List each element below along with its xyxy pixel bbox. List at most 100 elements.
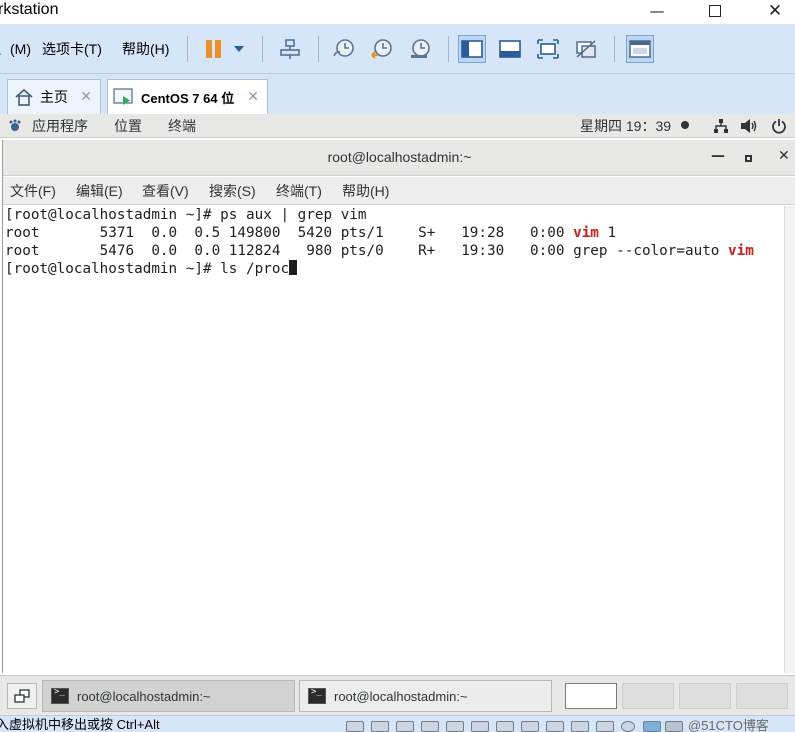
- watermark: @51CTO博客: [688, 718, 769, 732]
- display-device-icon[interactable]: [643, 721, 661, 732]
- terminal-line: root 5371 0.0 0.5 149800 5420 pts/1 S+ 1…: [5, 224, 616, 242]
- close-button[interactable]: ✕: [752, 0, 795, 22]
- network-icon[interactable]: [713, 118, 729, 134]
- pause-button[interactable]: [200, 35, 228, 63]
- usb-device-icon[interactable]: [546, 721, 564, 732]
- places-menu[interactable]: 位置: [114, 116, 142, 136]
- home-icon: [15, 88, 33, 106]
- maximize-button[interactable]: [692, 0, 738, 22]
- gnome-top-bar: 应用程序 位置 终端 星期四 19：39: [0, 114, 795, 138]
- usb-device-icon[interactable]: [521, 721, 539, 732]
- usb-device-icon[interactable]: [571, 721, 589, 732]
- terminal-line: root 5476 0.0 0.0 112824 980 pts/0 R+ 19…: [5, 242, 754, 260]
- taskbar-window-terminal-active[interactable]: root@localhostadmin:~: [42, 680, 295, 712]
- window-title: rkstation: [0, 1, 59, 18]
- show-desktop-button[interactable]: [7, 683, 37, 709]
- maximize-icon: [709, 5, 721, 17]
- close-icon: ✕: [767, 1, 783, 21]
- window-titlebar: rkstation — ✕: [0, 0, 795, 24]
- status-message: 入虚拟机中移出或按 Ctrl+Alt: [0, 717, 160, 732]
- taskbar-window-label: root@localhostadmin:~: [334, 688, 468, 704]
- terminal-line: [root@localhostadmin ~]# ps aux | grep v…: [5, 206, 367, 224]
- taskbar-window-label: root@localhostadmin:~: [77, 688, 211, 704]
- toolbar-divider: [448, 36, 449, 62]
- terminal-minimize-button[interactable]: —: [711, 148, 725, 164]
- menu-tabs[interactable]: 选项卡(T): [42, 40, 102, 58]
- network-devices-icon: [280, 39, 300, 59]
- terminal-title: root@localhostadmin:~: [327, 149, 472, 165]
- cd-device-icon[interactable]: [396, 721, 414, 732]
- terminal-output[interactable]: [root@localhostadmin ~]# ps aux | grep v…: [3, 206, 783, 673]
- terminal-app-menu[interactable]: 终端: [168, 116, 196, 136]
- terminal-scrollbar[interactable]: [784, 206, 795, 673]
- toolbar-divider: [318, 36, 319, 62]
- terminal-window: root@localhostadmin:~ — ✕ 文件(F) 编辑(E) 查看…: [2, 140, 795, 673]
- workspace-4[interactable]: [736, 683, 788, 709]
- workspace-3[interactable]: [679, 683, 731, 709]
- console-view-icon: [629, 40, 651, 58]
- workspace-2[interactable]: [622, 683, 674, 709]
- terminal-icon: [308, 687, 326, 704]
- minimize-icon: —: [649, 2, 665, 20]
- terminal-line-text: root 5371 0.0 0.5 149800 5420 pts/1 S+ 1…: [5, 225, 574, 241]
- applications-menu[interactable]: 应用程序: [32, 116, 88, 136]
- close-tab-icon[interactable]: ✕: [80, 89, 92, 105]
- close-tab-icon[interactable]: ✕: [247, 89, 259, 105]
- unity-button[interactable]: [572, 35, 600, 63]
- terminal-line-text: root 5476 0.0 0.0 112824 980 pts/0 R+ 19…: [5, 243, 729, 259]
- full-screen-button[interactable]: [534, 35, 562, 63]
- cd-device-icon[interactable]: [421, 721, 439, 732]
- chevron-down-icon: [234, 46, 244, 52]
- volume-icon[interactable]: [740, 118, 758, 134]
- taskbar-window-terminal[interactable]: root@localhostadmin:~: [299, 680, 552, 712]
- power-dropdown-button[interactable]: [228, 35, 250, 63]
- terminal-line-text: [root@localhostadmin ~]# ls /proc: [5, 261, 290, 277]
- show-thumbnail-bar-button[interactable]: [496, 35, 524, 63]
- maximize-icon: [745, 155, 752, 162]
- snapshot-manager-button[interactable]: [406, 35, 434, 63]
- unity-mode-icon: [576, 40, 596, 58]
- terminal-close-button[interactable]: ✕: [778, 148, 790, 164]
- terminal-menu-search[interactable]: 搜索(S): [209, 181, 256, 201]
- show-desktop-icon: [14, 689, 30, 703]
- grep-match-highlight: vim: [728, 243, 754, 259]
- terminal-menu-help[interactable]: 帮助(H): [342, 181, 389, 201]
- fullscreen-icon: [537, 39, 559, 59]
- usb-device-icon[interactable]: [496, 721, 514, 732]
- terminal-icon: [51, 687, 69, 704]
- revert-snapshot-button[interactable]: [368, 35, 396, 63]
- snapshot-manager-icon: [411, 39, 430, 58]
- snapshot-button[interactable]: [330, 35, 358, 63]
- terminal-maximize-button[interactable]: [745, 150, 752, 166]
- applications-footprint-icon: [9, 119, 21, 131]
- toolbar-divider: [262, 36, 263, 62]
- tab-home[interactable]: 主页 ✕: [7, 79, 101, 114]
- workspace-1[interactable]: [565, 683, 617, 709]
- clock[interactable]: 星期四 19：39: [580, 116, 671, 136]
- grep-match-highlight: vim: [573, 225, 599, 241]
- terminal-menu-view[interactable]: 查看(V): [142, 181, 189, 201]
- terminal-prompt-line: [root@localhostadmin ~]# ls /proc: [5, 260, 298, 278]
- printer-device-icon[interactable]: [621, 721, 635, 732]
- floppy-device-icon[interactable]: [446, 721, 464, 732]
- record-dot-icon: [681, 121, 689, 129]
- send-ctrl-alt-del-button[interactable]: [276, 35, 304, 63]
- power-icon[interactable]: [771, 118, 787, 134]
- hdd-device-icon[interactable]: [371, 721, 389, 732]
- terminal-titlebar: root@localhostadmin:~ — ✕: [3, 140, 795, 176]
- terminal-menu-terminal[interactable]: 终端(T): [276, 181, 322, 201]
- console-view-button[interactable]: [626, 35, 654, 63]
- network-adapter-icon[interactable]: [471, 721, 489, 732]
- terminal-menu-file[interactable]: 文件(F): [10, 181, 56, 201]
- terminal-menu-edit[interactable]: 编辑(E): [76, 181, 123, 201]
- hdd-device-icon[interactable]: [346, 721, 364, 732]
- tab-centos-vm[interactable]: CentOS 7 64 位 ✕: [107, 79, 268, 114]
- menu-vm[interactable]: 、(M): [0, 40, 31, 58]
- snapshot-clock-icon: [333, 39, 354, 57]
- show-library-button[interactable]: [458, 35, 486, 63]
- sound-card-icon[interactable]: [596, 721, 614, 732]
- message-log-icon[interactable]: [665, 721, 683, 732]
- minimize-button[interactable]: —: [634, 0, 680, 22]
- terminal-menubar: 文件(F) 编辑(E) 查看(V) 搜索(S) 终端(T) 帮助(H): [3, 177, 795, 205]
- menu-help[interactable]: 帮助(H): [122, 40, 169, 58]
